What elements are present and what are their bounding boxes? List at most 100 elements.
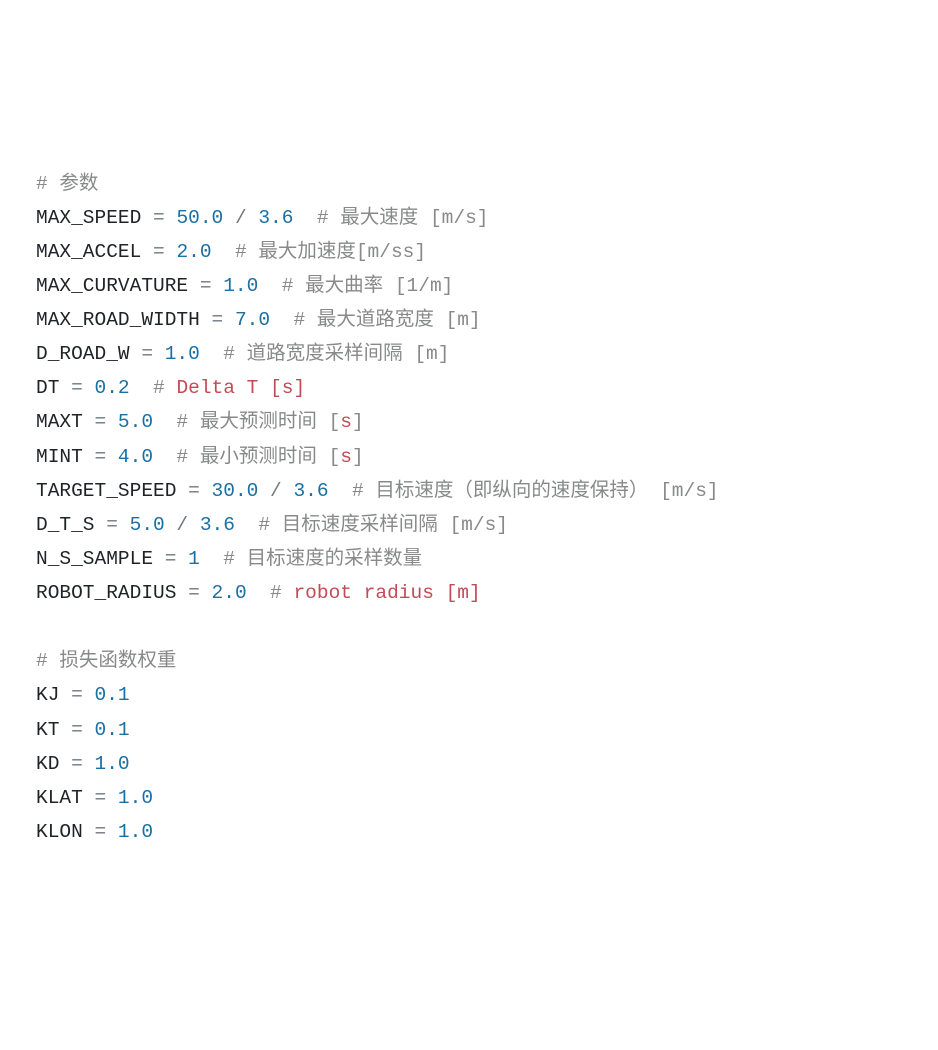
number-literal: 2.0 [212,582,247,604]
number-literal: 1.0 [223,275,258,297]
number-literal: 1 [188,548,200,570]
operator-eq: = [188,275,223,297]
operator-eq: = [83,821,118,843]
comment: # [153,411,200,433]
comment: # 参数 [36,173,98,195]
identifier: D_ROAD_W [36,343,130,365]
comment: # [130,377,177,399]
identifier: D_T_S [36,514,95,536]
number-literal: 3.6 [293,480,328,502]
comment-text: 最大预测时间 [ [200,411,340,433]
operator-eq: = [95,514,130,536]
comment-text: s [340,446,352,468]
identifier: TARGET_SPEED [36,480,176,502]
code-line: KLAT = 1.0 [36,781,902,815]
comment-text: 目标速度的采样数量 [247,548,423,570]
number-literal: 0.1 [95,719,130,741]
number-literal: 3.6 [258,207,293,229]
identifier: MINT [36,446,83,468]
comment-text: ] [352,411,364,433]
identifier: KJ [36,684,59,706]
number-literal: 0.1 [95,684,130,706]
code-line: # 损失函数权重 [36,644,902,678]
code-line: KD = 1.0 [36,747,902,781]
number-literal: 0.2 [95,377,130,399]
number-literal: 7.0 [235,309,270,331]
operator-eq: = [153,548,188,570]
number-literal: 4.0 [118,446,153,468]
code-block: # 参数MAX_SPEED = 50.0 / 3.6 # 最大速度 [m/s]M… [36,167,902,850]
number-literal: 1.0 [118,821,153,843]
number-literal: 3.6 [200,514,235,536]
identifier: DT [36,377,59,399]
comment-text: 最大速度 [m/s] [340,207,488,229]
identifier: MAXT [36,411,83,433]
operator-eq: = [176,582,211,604]
operator-eq: = [59,684,94,706]
code-line: N_S_SAMPLE = 1 # 目标速度的采样数量 [36,542,902,576]
comment-text: s [340,411,352,433]
number-literal: 1.0 [165,343,200,365]
comment-text: 最小预测时间 [ [200,446,340,468]
comment-text: ] [352,446,364,468]
operator-eq: = [83,787,118,809]
operator: / [223,207,258,229]
operator-eq: = [200,309,235,331]
identifier: ROBOT_RADIUS [36,582,176,604]
operator-eq: = [176,480,211,502]
comment: # 损失函数权重 [36,650,176,672]
operator-eq: = [141,207,176,229]
identifier: N_S_SAMPLE [36,548,153,570]
operator-eq: = [59,719,94,741]
identifier: KLON [36,821,83,843]
comment: # [247,582,294,604]
comment: # [200,343,247,365]
comment: # [235,514,282,536]
identifier: MAX_SPEED [36,207,141,229]
number-literal: 50.0 [176,207,223,229]
comment-text: 最大加速度[m/ss] [258,241,426,263]
identifier: KD [36,753,59,775]
number-literal: 5.0 [130,514,165,536]
comment-text: 最大曲率 [1/m] [305,275,453,297]
comment: # [258,275,305,297]
number-literal: 1.0 [95,753,130,775]
comment-text: Delta T [s] [176,377,305,399]
identifier: KLAT [36,787,83,809]
operator: / [165,514,200,536]
identifier: KT [36,719,59,741]
comment-text: 目标速度（即纵向的速度保持） [m/s] [375,480,718,502]
operator-eq: = [59,377,94,399]
identifier: MAX_ACCEL [36,241,141,263]
comment-text: 最大道路宽度 [m] [317,309,481,331]
code-line: KLON = 1.0 [36,815,902,849]
number-literal: 5.0 [118,411,153,433]
operator-eq: = [83,446,118,468]
code-line: MAX_CURVATURE = 1.0 # 最大曲率 [1/m] [36,269,902,303]
operator-eq: = [141,241,176,263]
comment-text: 目标速度采样间隔 [m/s] [282,514,508,536]
code-line: MAX_ACCEL = 2.0 # 最大加速度[m/ss] [36,235,902,269]
number-literal: 1.0 [118,787,153,809]
comment: # [153,446,200,468]
code-line: MAXT = 5.0 # 最大预测时间 [s] [36,405,902,439]
comment: # [212,241,259,263]
comment: # [270,309,317,331]
code-line: TARGET_SPEED = 30.0 / 3.6 # 目标速度（即纵向的速度保… [36,474,902,508]
number-literal: 2.0 [176,241,211,263]
identifier: MAX_CURVATURE [36,275,188,297]
comment-text: robot radius [m] [293,582,480,604]
identifier: MAX_ROAD_WIDTH [36,309,200,331]
operator: / [258,480,293,502]
comment: # [200,548,247,570]
comment: # [329,480,376,502]
operator-eq: = [83,411,118,433]
code-line: ROBOT_RADIUS = 2.0 # robot radius [m] [36,576,902,610]
number-literal: 30.0 [212,480,259,502]
code-line: KJ = 0.1 [36,678,902,712]
code-line: # 参数 [36,167,902,201]
code-line: MINT = 4.0 # 最小预测时间 [s] [36,440,902,474]
comment: # [293,207,340,229]
code-line: MAX_SPEED = 50.0 / 3.6 # 最大速度 [m/s] [36,201,902,235]
code-line: KT = 0.1 [36,713,902,747]
